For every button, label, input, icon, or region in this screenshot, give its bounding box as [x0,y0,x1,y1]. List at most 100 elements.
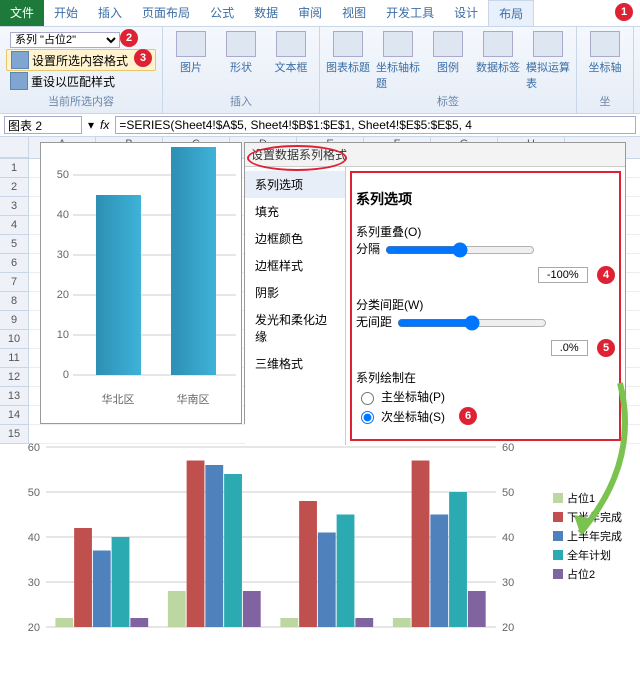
overlap-slider[interactable] [385,242,535,258]
svg-text:30: 30 [28,577,40,589]
row-header[interactable]: 5 [0,235,29,254]
callout-4: 4 [597,266,615,284]
gap-slider[interactable] [397,315,547,331]
row-header[interactable]: 9 [0,311,29,330]
overlap-value[interactable]: -100% [538,267,588,283]
dialog-title: 设置数据系列格式 [245,143,625,166]
axis-title-button[interactable]: 坐标轴标题 [376,31,420,91]
insert-picture-button[interactable]: 图片 [169,31,213,75]
legend-icon [433,31,463,57]
nav-border-color[interactable]: 边框颜色 [245,225,345,252]
nav-series-options[interactable]: 系列选项 [245,171,345,198]
secondary-axis-radio[interactable] [361,411,374,424]
row-header[interactable]: 11 [0,349,29,368]
name-box[interactable] [4,116,82,134]
svg-text:华南区: 华南区 [177,392,210,406]
dropdown-icon[interactable]: ▾ [88,118,94,132]
select-all-cell[interactable] [0,137,29,158]
legend-button[interactable]: 图例 [426,31,470,75]
row-header[interactable]: 10 [0,330,29,349]
chart-title-icon [333,31,363,57]
svg-text:20: 20 [28,622,40,634]
data-table-button[interactable]: 模拟运算表 [526,31,570,91]
svg-text:40: 40 [28,532,40,544]
group-label-labels: 标签 [326,91,570,109]
row-header[interactable]: 13 [0,387,29,406]
primary-axis-radio[interactable] [361,392,374,405]
row-header[interactable]: 7 [0,273,29,292]
group-label-axis: 坐 [583,91,627,109]
nav-3d[interactable]: 三维格式 [245,350,345,377]
tab-start[interactable]: 开始 [44,0,88,26]
format-icon [11,51,29,69]
svg-text:20: 20 [502,622,514,634]
chart-element-select[interactable]: 系列 "占位2" [10,32,120,48]
tab-chartlayout[interactable]: 布局 [488,0,534,26]
svg-text:50: 50 [57,169,69,181]
svg-text:10: 10 [57,329,69,341]
tab-insert[interactable]: 插入 [88,0,132,26]
chart-title-button[interactable]: 图表标题 [326,31,370,75]
tab-data[interactable]: 数据 [244,0,288,26]
svg-text:60: 60 [502,442,514,454]
callout-3: 3 [134,49,152,67]
row-header[interactable]: 8 [0,292,29,311]
worksheet: A B C D E F G H 123456789101112131415 0 … [0,137,640,444]
callout-2: 2 [120,29,138,47]
fx-icon[interactable]: fx [100,118,109,132]
overlap-sep-label: 分隔 [356,242,380,256]
group-label-insert: 插入 [169,91,313,109]
formula-input[interactable] [115,116,636,134]
data-label-icon [483,31,513,57]
tab-formula[interactable]: 公式 [200,0,244,26]
axis-button[interactable]: 坐标轴 [583,31,627,75]
svg-text:50: 50 [28,487,40,499]
tab-file[interactable]: 文件 [0,0,44,26]
callout-1: 1 [615,3,633,21]
svg-text:0: 0 [63,369,69,381]
svg-text:华北区: 华北区 [102,392,135,406]
row-header[interactable]: 6 [0,254,29,273]
dialog-nav: 系列选项 填充 边框颜色 边框样式 阴影 发光和柔化边缘 三维格式 [245,167,346,445]
nav-border-style[interactable]: 边框样式 [245,252,345,279]
tab-review[interactable]: 审阅 [288,0,332,26]
data-label-button[interactable]: 数据标签 [476,31,520,75]
overlap-label: 系列重叠(O) [356,225,421,239]
embedded-chart-2[interactable]: 20203030404050506060 占位1下半年完成上半年完成全年计划占位… [6,437,626,647]
svg-text:60: 60 [28,442,40,454]
callout-6: 6 [459,407,477,425]
nav-glow[interactable]: 发光和柔化边缘 [245,306,345,350]
ribbon: 系列 "占位2" 设置所选内容格式 重设以匹配样式 当前所选内容 2 3 图片 … [0,27,640,114]
tab-design[interactable]: 设计 [444,0,488,26]
insert-shape-button[interactable]: 形状 [219,31,263,75]
row-header[interactable]: 4 [0,216,29,235]
axis-icon [590,31,620,57]
formula-bar: ▾ fx [0,114,640,137]
callout-5: 5 [597,339,615,357]
nav-shadow[interactable]: 阴影 [245,279,345,306]
tab-view[interactable]: 视图 [332,0,376,26]
row-header[interactable]: 2 [0,178,29,197]
svg-text:50: 50 [502,487,514,499]
reset-icon [10,72,28,90]
group-label-selection: 当前所选内容 [6,91,156,109]
nav-fill[interactable]: 填充 [245,198,345,225]
tab-dev[interactable]: 开发工具 [376,0,444,26]
row-header[interactable]: 14 [0,406,29,425]
data-table-icon [533,31,563,57]
embedded-chart-1[interactable]: 0 10 20 30 40 50 华北区 华南区 [40,142,242,424]
svg-text:20: 20 [57,289,69,301]
row-header[interactable]: 3 [0,197,29,216]
gap-label: 分类间距(W) [356,298,423,312]
gap-value[interactable]: .0% [551,340,588,356]
insert-textbox-button[interactable]: 文本框 [269,31,313,75]
svg-text:40: 40 [57,209,69,221]
reset-style-button[interactable]: 重设以匹配样式 [6,71,156,91]
row-header[interactable]: 1 [0,159,29,178]
shape-icon [226,31,256,57]
tab-pagelayout[interactable]: 页面布局 [132,0,200,26]
arrow-annotation [560,373,640,553]
plot-on-label: 系列绘制在 [356,371,416,385]
row-header[interactable]: 12 [0,368,29,387]
pane-title: 系列选项 [356,189,615,209]
